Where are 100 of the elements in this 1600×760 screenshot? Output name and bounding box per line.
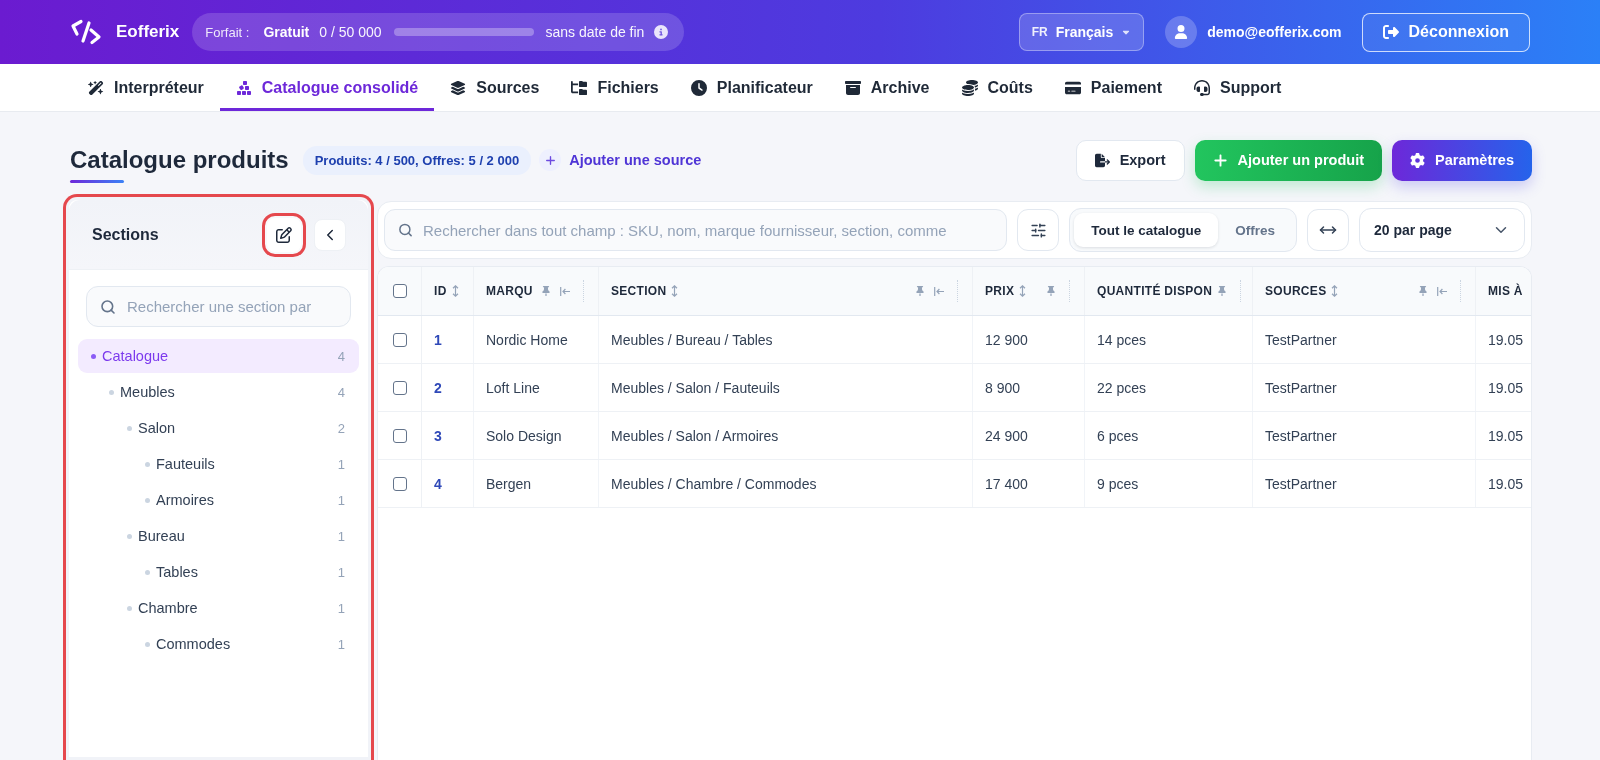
column-header[interactable]: SOURCES bbox=[1253, 267, 1476, 315]
bullet-icon bbox=[145, 569, 150, 575]
nav-tab[interactable]: Fichiers bbox=[555, 64, 675, 111]
column-header[interactable]: ID bbox=[422, 267, 474, 315]
collapse-left-icon[interactable] bbox=[934, 286, 944, 296]
nav-tab[interactable]: Support bbox=[1177, 64, 1298, 111]
headset-icon bbox=[1193, 79, 1210, 96]
panel-title: Sections bbox=[92, 225, 159, 244]
bullet-icon bbox=[145, 461, 150, 467]
page-size-select[interactable]: 20 par page bbox=[1359, 208, 1525, 252]
coins-icon bbox=[961, 79, 978, 96]
pin-icon[interactable] bbox=[915, 286, 925, 296]
table-cell: 24 900 bbox=[985, 427, 1028, 444]
plan-term: sans date de fin bbox=[545, 24, 645, 40]
table-cell: 12 900 bbox=[985, 331, 1028, 348]
section-count: 1 bbox=[337, 528, 345, 544]
file-export-icon bbox=[1094, 152, 1110, 168]
sort-icon[interactable] bbox=[671, 285, 679, 297]
gear-icon bbox=[1410, 152, 1425, 168]
table-cell: 14 pces bbox=[1097, 331, 1147, 348]
bullet-icon bbox=[91, 353, 96, 359]
nav-tab[interactable]: Planificateur bbox=[674, 64, 829, 111]
tree-item[interactable]: Salon 2 bbox=[78, 411, 359, 445]
pin-icon[interactable] bbox=[1418, 286, 1428, 296]
export-button[interactable]: Export bbox=[1075, 139, 1185, 181]
bullet-icon bbox=[127, 605, 132, 611]
row-checkbox[interactable] bbox=[392, 428, 407, 443]
id-link[interactable]: 4 bbox=[434, 475, 442, 492]
logout-button[interactable]: Déconnexion bbox=[1361, 12, 1530, 52]
view-tab[interactable]: Tout le catalogue bbox=[1074, 213, 1219, 247]
tree-item[interactable]: Bureau 1 bbox=[78, 519, 359, 553]
sort-icon[interactable] bbox=[451, 285, 459, 297]
nav-tab[interactable]: Paiement bbox=[1048, 64, 1178, 111]
section-count: 4 bbox=[337, 384, 345, 400]
column-header[interactable]: SECTION bbox=[599, 267, 973, 315]
section-count: 1 bbox=[337, 636, 345, 652]
section-count: 1 bbox=[337, 456, 345, 472]
tree-item[interactable]: Catalogue 4 bbox=[78, 339, 359, 373]
section-count: 1 bbox=[337, 600, 345, 616]
table-cell: Bergen bbox=[486, 475, 532, 492]
search-icon bbox=[100, 298, 116, 315]
tree-item[interactable]: Chambre 1 bbox=[78, 591, 359, 625]
language-select[interactable]: FR Français bbox=[1018, 13, 1145, 51]
row-checkbox[interactable] bbox=[392, 332, 407, 347]
row-checkbox[interactable] bbox=[392, 380, 407, 395]
section-count: 1 bbox=[337, 492, 345, 508]
nav-tab[interactable]: Sources bbox=[434, 64, 556, 111]
page-title: Catalogue produits bbox=[70, 145, 289, 174]
collapse-left-icon[interactable] bbox=[1437, 286, 1447, 296]
cubes-icon bbox=[235, 79, 252, 96]
folder-tree-icon bbox=[571, 79, 588, 96]
column-header[interactable]: MARQU bbox=[474, 267, 599, 315]
table-cell: Meubles / Salon / Fauteuils bbox=[611, 379, 780, 396]
nav-tab[interactable]: Coûts bbox=[945, 64, 1049, 111]
user-avatar-icon bbox=[1165, 16, 1198, 48]
id-link[interactable]: 3 bbox=[434, 427, 442, 444]
tree-item[interactable]: Fauteuils 1 bbox=[78, 447, 359, 481]
pin-icon[interactable] bbox=[541, 286, 551, 296]
tree-item[interactable]: Armoires 1 bbox=[78, 483, 359, 517]
nav-tab[interactable]: Catalogue consolidé bbox=[219, 64, 435, 111]
table-cell: Meubles / Bureau / Tables bbox=[611, 331, 773, 348]
tree-item[interactable]: Tables 1 bbox=[78, 555, 359, 589]
section-search-field[interactable]: Rechercher une section par bbox=[86, 286, 351, 327]
filter-button[interactable] bbox=[1017, 209, 1060, 251]
row-checkbox[interactable] bbox=[392, 284, 407, 298]
column-width-button[interactable] bbox=[1307, 209, 1349, 251]
collapse-left-icon[interactable] bbox=[560, 286, 570, 296]
table-cell: 19.05 bbox=[1488, 427, 1524, 444]
collapse-button[interactable] bbox=[314, 218, 346, 251]
logo-icon bbox=[70, 19, 102, 45]
column-header[interactable]: PRIX bbox=[973, 267, 1085, 315]
layers-icon bbox=[450, 79, 467, 96]
nav-tab[interactable]: Interpréteur bbox=[72, 64, 220, 111]
search-field[interactable]: Rechercher dans tout champ : SKU, nom, marque fournisseur, section, comme bbox=[384, 209, 1008, 251]
column-header[interactable]: MIS À bbox=[1476, 267, 1531, 315]
nav-tab[interactable]: Archive bbox=[828, 64, 946, 111]
view-tab[interactable]: Offres bbox=[1218, 213, 1292, 247]
sliders-icon bbox=[1029, 221, 1047, 239]
tree-item[interactable]: Meubles 4 bbox=[78, 375, 359, 409]
settings-button[interactable]: Paramètres bbox=[1392, 139, 1532, 181]
section-count: 1 bbox=[337, 564, 345, 580]
id-link[interactable]: 2 bbox=[434, 379, 442, 396]
plus-icon bbox=[539, 149, 562, 171]
edit-button[interactable] bbox=[262, 212, 306, 257]
row-checkbox[interactable] bbox=[392, 476, 407, 491]
clock-icon bbox=[690, 79, 707, 96]
id-link[interactable]: 1 bbox=[434, 331, 442, 348]
sort-icon[interactable] bbox=[1331, 285, 1339, 297]
magic-wand-icon bbox=[88, 79, 104, 96]
pin-icon[interactable] bbox=[1217, 286, 1228, 296]
archive-box-icon bbox=[844, 79, 861, 96]
table-cell: Meubles / Salon / Armoires bbox=[611, 427, 779, 444]
add-source-link[interactable]: Ajouter une source bbox=[539, 149, 702, 171]
logout-icon bbox=[1382, 24, 1399, 40]
info-icon[interactable] bbox=[654, 25, 669, 39]
sort-icon[interactable] bbox=[1019, 285, 1027, 297]
table-cell: 17 400 bbox=[985, 475, 1028, 492]
pin-icon[interactable] bbox=[1046, 286, 1056, 296]
tree-item[interactable]: Commodes 1 bbox=[78, 627, 359, 661]
column-header[interactable]: QUANTITÉ DISPON bbox=[1085, 267, 1253, 315]
